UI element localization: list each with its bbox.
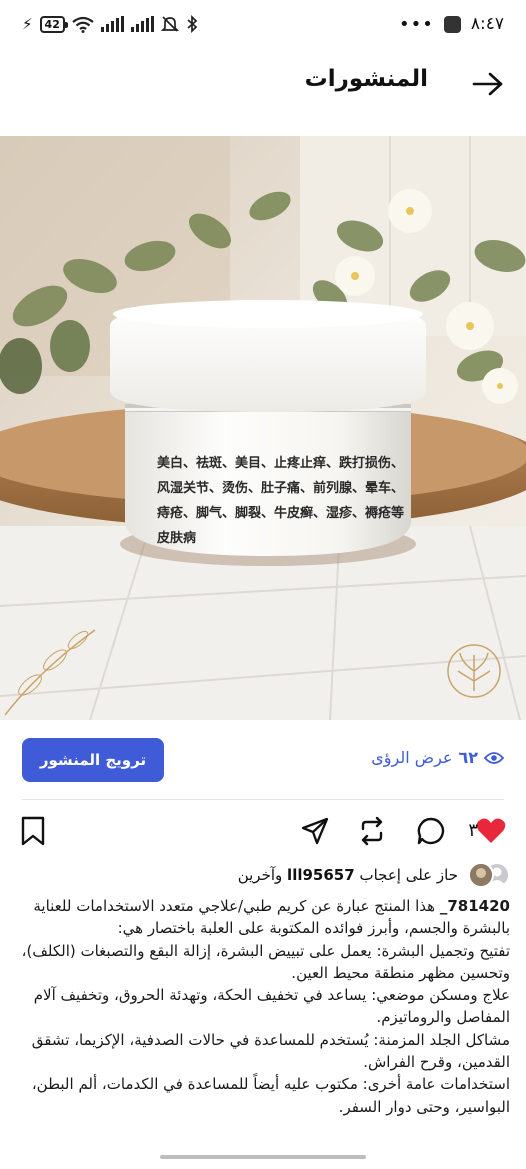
bookmark-icon bbox=[21, 816, 45, 846]
caption-paragraph: تفتيح وتجميل البشرة: يعمل على تبييض البش… bbox=[21, 941, 510, 982]
caption-paragraph: استخدامات عامة أخرى: مكتوب عليه أيضاً لل… bbox=[31, 1075, 510, 1116]
liked-by-prefix: حاز على إعجاب bbox=[359, 866, 458, 884]
liked-by-user[interactable]: lll95657 bbox=[287, 866, 355, 884]
status-icons-left: ⚡ 42 bbox=[22, 15, 198, 33]
caption-paragraph: علاج ومسكن موضعي: يساعد في تخفيف الحكة، … bbox=[33, 986, 510, 1027]
liked-by-row[interactable]: حاز على إعجاب lll95657 وآخرين bbox=[238, 862, 510, 888]
like-count: ٣ bbox=[468, 820, 478, 841]
repost-button[interactable] bbox=[355, 814, 389, 848]
more-dots-icon: ••• bbox=[399, 13, 434, 35]
caption-paragraph: 781420_ هذا المنتج عبارة عن كريم طبي/علا… bbox=[16, 895, 510, 940]
heart-icon bbox=[476, 818, 506, 843]
back-button[interactable] bbox=[470, 68, 506, 100]
status-time: ٨:٤٧ bbox=[470, 14, 504, 34]
back-arrow-icon bbox=[472, 72, 503, 96]
status-bar: ⚡ 42 ••• ٨:٤٧ bbox=[0, 0, 526, 48]
page-title: المنشورات bbox=[304, 66, 428, 92]
views-label: عرض الرؤى bbox=[371, 748, 453, 767]
repost-icon bbox=[361, 816, 383, 846]
battery-icon: 42 bbox=[39, 15, 69, 33]
bluetooth-icon bbox=[187, 15, 198, 33]
user-photo-icon bbox=[470, 864, 492, 886]
home-indicator[interactable] bbox=[160, 1155, 366, 1159]
share-button[interactable] bbox=[298, 814, 332, 848]
liked-by-text: حاز على إعجاب lll95657 وآخرين bbox=[238, 866, 458, 884]
jar-label-line: 痔疮、脚气、脚裂、牛皮癣、湿疹、褥疮等皮肤病 bbox=[157, 506, 405, 546]
share-icon bbox=[301, 817, 329, 845]
caption-text: هذا المنتج عبارة عن كريم طبي/علاجي متعدد… bbox=[33, 897, 510, 938]
app-icon bbox=[443, 15, 461, 33]
header: المنشورات bbox=[0, 58, 526, 110]
leaf-watermark-icon bbox=[447, 644, 501, 698]
view-insights-link[interactable]: ٦٢ عرض الرؤى bbox=[371, 748, 504, 767]
divider bbox=[22, 799, 504, 800]
avatar bbox=[468, 862, 494, 888]
post-image[interactable]: 美白、祛斑、美目、止疼止痒、跌打损伤、 风湿关节、烫伤、肚子痛、前列腺、晕车、 … bbox=[0, 136, 526, 720]
jar-label-line: 风湿关节、烫伤、肚子痛、前列腺、晕车、 bbox=[157, 481, 405, 496]
caption-username[interactable]: 781420_ bbox=[440, 897, 510, 915]
signal-icon bbox=[130, 16, 154, 32]
wifi-icon bbox=[72, 16, 94, 33]
post-caption: 781420_ هذا المنتج عبارة عن كريم طبي/علا… bbox=[16, 895, 510, 1118]
eye-icon bbox=[484, 751, 504, 764]
mute-icon bbox=[160, 16, 179, 32]
comment-icon bbox=[417, 817, 445, 845]
liker-avatars bbox=[468, 862, 510, 888]
battery-level: 42 bbox=[44, 17, 60, 31]
caption-paragraph: مشاكل الجلد المزمنة: يُستخدم للمساعدة في… bbox=[31, 1030, 510, 1072]
gold-leaf-decoration bbox=[4, 629, 96, 716]
save-button[interactable] bbox=[16, 814, 50, 848]
post-actions: ٣ bbox=[0, 810, 526, 852]
charging-bolt-icon: ⚡ bbox=[22, 15, 33, 33]
like-button[interactable] bbox=[474, 814, 508, 848]
views-count: ٦٢ bbox=[458, 748, 478, 767]
jar-label: 美白、祛斑、美目、止疼止痒、跌打损伤、 风湿关节、烫伤、肚子痛、前列腺、晕车、 … bbox=[157, 451, 407, 551]
comment-button[interactable] bbox=[414, 814, 448, 848]
promote-post-button[interactable]: ترويج المنشور bbox=[22, 738, 164, 782]
status-icons-right: ••• ٨:٤٧ bbox=[399, 14, 504, 35]
jar-label-line: 美白、祛斑、美目、止疼止痒、跌打损伤、 bbox=[157, 456, 405, 471]
liked-by-suffix: وآخرين bbox=[237, 866, 283, 884]
signal-icon bbox=[100, 16, 124, 32]
